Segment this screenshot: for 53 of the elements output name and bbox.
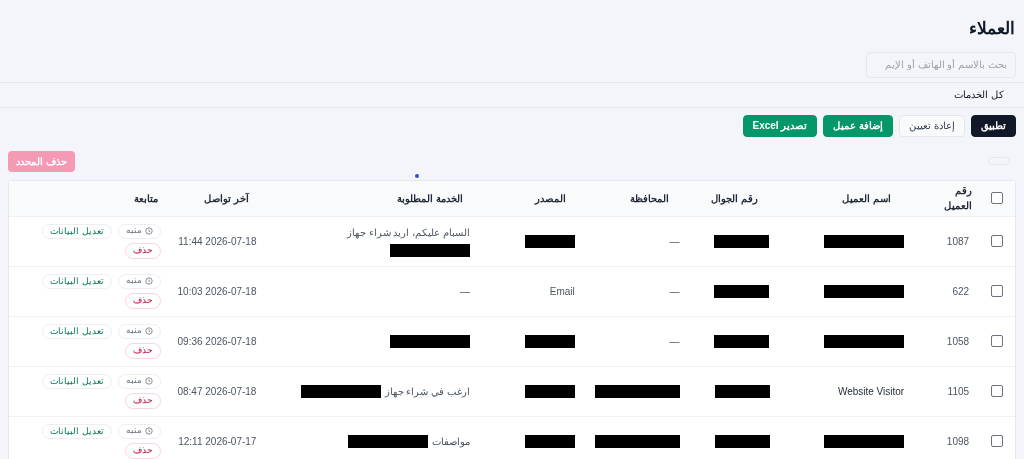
column-header: المصدر [535, 192, 567, 204]
checkbox[interactable] [991, 435, 1004, 447]
action-button[interactable]: تصدير Excel [742, 114, 818, 137]
table-cell-text: — [669, 234, 680, 249]
table-cell: 622 [952, 285, 970, 297]
clock-icon [144, 427, 153, 435]
table-cell: 2026-07-18 10:03 [177, 285, 257, 297]
column-header: رقم العميل [943, 185, 972, 211]
column-header: متابعة [134, 192, 159, 204]
checkbox[interactable] [991, 385, 1004, 397]
column-header: اسم العميل [841, 192, 891, 204]
checkbox[interactable] [991, 235, 1004, 247]
table-cell: 1087 [946, 235, 970, 247]
table-cell-text: — [460, 284, 470, 299]
column-header: الخدمة المطلوبة [396, 192, 463, 204]
checkbox[interactable] [991, 335, 1004, 347]
table-cell-text: — [669, 284, 680, 299]
table-cell: 2026-07-18 09:36 [177, 335, 257, 347]
clock-icon [144, 377, 153, 385]
redaction-bar [524, 334, 575, 348]
checkbox[interactable] [991, 192, 1004, 204]
redaction-bar [524, 434, 575, 448]
table-cell: 2026-07-17 12:11 [178, 435, 257, 447]
redaction-bar [714, 434, 770, 448]
redaction-bar [714, 284, 770, 298]
clock-icon [144, 327, 153, 335]
table-cell-text: السبام عليكم، اريد شراء جهاز [346, 226, 470, 240]
redaction-bar [714, 334, 770, 348]
checkbox[interactable] [991, 285, 1004, 297]
table-cell: 2026-07-18 08:47 [177, 385, 257, 397]
redaction-bar [714, 384, 770, 398]
action-button[interactable]: تطبيق [971, 114, 1016, 137]
table-cell: 2026-07-18 11:44 [178, 235, 257, 247]
page-title: العملاء [968, 18, 1016, 40]
table-cell-text: — [669, 334, 680, 349]
table-cell-text: مواصفات [431, 434, 470, 449]
redaction-bar [714, 234, 770, 248]
table-cell: 1105 [947, 385, 970, 397]
column-header: المحافظة [630, 192, 670, 204]
column-header: آخر تواصل [203, 192, 249, 204]
redaction-bar [524, 384, 575, 398]
table-cell-text: Website Visitor [837, 384, 905, 399]
table-cell: 1058 [946, 335, 970, 347]
table-cell-text: Email [549, 284, 575, 299]
service-filter[interactable]: كل الخدمات [0, 81, 1024, 108]
action-button[interactable]: إعادة تعيين [899, 114, 965, 137]
clock-icon [144, 277, 153, 285]
action-button[interactable]: إضافة عميل [823, 114, 894, 137]
redaction-bar [524, 234, 575, 248]
column-header: رقم الجوال [711, 192, 758, 204]
table-cell-text: ارغب في شراء جهاز [384, 384, 470, 399]
clock-icon [144, 227, 153, 235]
table-cell: 1098 [946, 435, 970, 447]
